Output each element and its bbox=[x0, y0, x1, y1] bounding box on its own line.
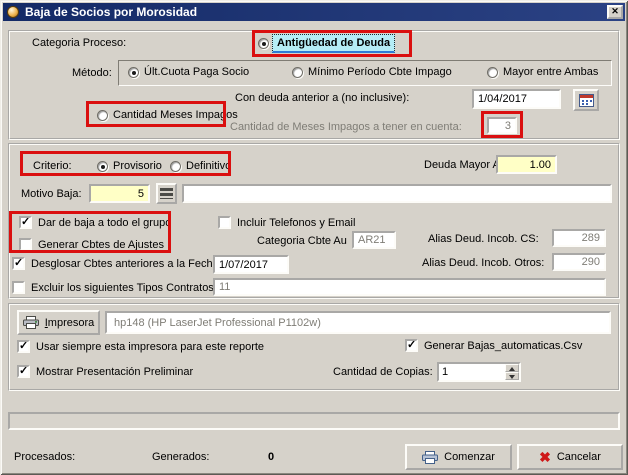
checkbox-excluir-contratos-label: Excluir los siguientes Tipos Contratos: bbox=[31, 282, 217, 295]
motivo-baja-field[interactable]: 5 bbox=[89, 184, 150, 203]
motivo-baja-label: Motivo Baja: bbox=[21, 188, 82, 201]
radio-mayor-ambas-label: Mayor entre Ambas bbox=[503, 66, 598, 79]
generados-label: Generados: bbox=[152, 451, 209, 464]
progress-bar bbox=[8, 412, 620, 430]
procesados-label: Procesados: bbox=[14, 451, 75, 464]
con-deuda-label: Con deuda anterior a (no inclusive): bbox=[235, 92, 409, 105]
cancelar-button[interactable]: ✖ Cancelar bbox=[517, 444, 623, 470]
radio-ult-cuota[interactable] bbox=[128, 67, 139, 78]
deuda-mayor-field[interactable]: 1.00 bbox=[496, 155, 557, 174]
alias-cs-field[interactable]: 289 bbox=[552, 229, 606, 247]
impresora-button[interactable]: Impresora bbox=[17, 310, 100, 335]
impresora-button-label: Impresora bbox=[45, 317, 95, 329]
window-title: Baja de Socios por Morosidad bbox=[25, 5, 197, 19]
motivo-baja-lookup-button[interactable] bbox=[156, 183, 177, 204]
radio-minimo-periodo-label: Mínimo Período Cbte Impago bbox=[308, 66, 452, 79]
alias-cs-label: Alias Deud. Incob. CS: bbox=[428, 233, 539, 246]
close-button[interactable]: ✕ bbox=[607, 5, 623, 19]
printer-icon bbox=[23, 316, 39, 329]
cantidad-meses-count-label: Cantidad de Meses Impagos a tener en cue… bbox=[230, 121, 462, 134]
radio-ult-cuota-label: Últ.Cuota Paga Socio bbox=[144, 66, 249, 79]
metodo-label: Método: bbox=[72, 67, 112, 80]
spinner-buttons bbox=[505, 364, 519, 380]
checkbox-usar-siempre-label: Usar siempre esta impresora para este re… bbox=[36, 341, 264, 354]
printer-icon bbox=[422, 451, 438, 464]
annotation-rect-criterio bbox=[20, 151, 231, 176]
app-icon bbox=[7, 6, 19, 18]
comenzar-button-label: Comenzar bbox=[444, 451, 495, 463]
categoria-cbte-field[interactable]: AR21 bbox=[352, 231, 396, 249]
checkbox-usar-siempre[interactable] bbox=[17, 340, 30, 353]
checkbox-generar-csv-label: Generar Bajas_automaticas.Csv bbox=[424, 340, 582, 353]
cantidad-copias-label: Cantidad de Copias: bbox=[333, 366, 433, 379]
annotation-rect-meses-valor bbox=[481, 111, 523, 138]
cantidad-copias-value: 1 bbox=[439, 366, 505, 378]
cancel-x-icon: ✖ bbox=[539, 450, 551, 464]
categoria-proceso-label: Categoria Proceso: bbox=[32, 37, 126, 50]
categoria-cbte-label: Categoria Cbte Au bbox=[257, 235, 347, 248]
checkbox-desglosar-label: Desglosar Cbtes anteriores a la Fecha : bbox=[31, 258, 225, 271]
checkbox-incluir-telefonos-label: Incluir Telefonos y Email bbox=[237, 217, 355, 230]
checkbox-presentacion-preliminar-label: Mostrar Presentación Preliminar bbox=[36, 366, 193, 379]
checkbox-incluir-telefonos[interactable] bbox=[218, 216, 231, 229]
dialog-window: Baja de Socios por Morosidad ✕ Categoria… bbox=[0, 0, 628, 475]
con-deuda-date-field[interactable]: 1/04/2017 bbox=[472, 89, 561, 109]
title-bar[interactable]: Baja de Socios por Morosidad ✕ bbox=[3, 3, 625, 21]
generados-value: 0 bbox=[268, 451, 274, 464]
annotation-rect-checkboxes bbox=[9, 211, 171, 253]
calendar-icon bbox=[579, 94, 594, 107]
motivo-baja-desc-field[interactable] bbox=[182, 184, 612, 203]
spinner-down-button[interactable] bbox=[505, 372, 519, 380]
desglosar-fecha-field[interactable]: 1/07/2017 bbox=[213, 255, 289, 274]
checkbox-excluir-contratos[interactable] bbox=[12, 281, 25, 294]
radio-minimo-periodo[interactable] bbox=[292, 67, 303, 78]
excluir-contratos-field[interactable]: 11 bbox=[213, 278, 606, 296]
annotation-rect-categoria bbox=[252, 30, 412, 57]
alias-otros-label: Alias Deud. Incob. Otros: bbox=[422, 257, 544, 270]
deuda-mayor-label: Deuda Mayor A: bbox=[424, 159, 503, 172]
annotation-rect-cantidad-meses bbox=[86, 101, 226, 127]
comenzar-button[interactable]: Comenzar bbox=[405, 444, 512, 470]
cantidad-copias-stepper[interactable]: 1 bbox=[437, 362, 521, 382]
checkbox-desglosar[interactable] bbox=[12, 257, 25, 270]
cancelar-button-label: Cancelar bbox=[557, 451, 601, 463]
calendar-button[interactable] bbox=[573, 89, 599, 111]
printer-name-field[interactable]: hp148 (HP LaserJet Professional P1102w) bbox=[105, 311, 611, 334]
checkbox-presentacion-preliminar[interactable] bbox=[17, 365, 30, 378]
spinner-up-button[interactable] bbox=[505, 364, 519, 372]
checkbox-generar-csv[interactable] bbox=[405, 339, 418, 352]
radio-mayor-ambas[interactable] bbox=[487, 67, 498, 78]
alias-otros-field[interactable]: 290 bbox=[552, 253, 606, 271]
